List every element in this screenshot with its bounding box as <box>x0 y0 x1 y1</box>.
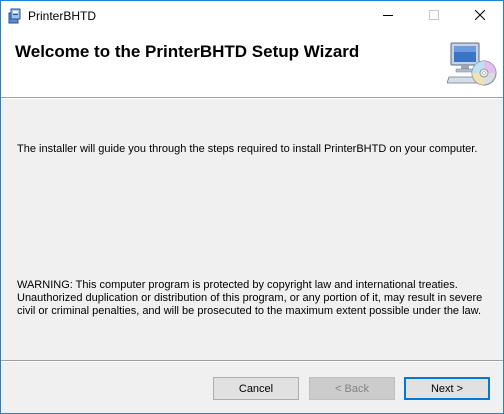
maximize-button[interactable] <box>411 1 457 31</box>
intro-text: The installer will guide you through the… <box>17 143 478 155</box>
title-bar[interactable]: PrinterBHTD <box>1 1 503 31</box>
copyright-warning-text: WARNING: This computer program is protec… <box>17 279 483 317</box>
next-button[interactable]: Next > <box>404 377 490 400</box>
page-title: Welcome to the PrinterBHTD Setup Wizard <box>15 42 360 61</box>
minimize-button[interactable] <box>365 1 411 31</box>
wizard-header: Welcome to the PrinterBHTD Setup Wizard <box>1 31 503 97</box>
cancel-button[interactable]: Cancel <box>213 377 299 400</box>
maximize-icon <box>429 7 439 25</box>
setup-wizard-window: PrinterBHTD Welcome to the PrinterBHTD S… <box>0 0 504 414</box>
back-button[interactable]: < Back <box>309 377 395 400</box>
close-button[interactable] <box>457 1 503 31</box>
footer-divider <box>1 360 503 362</box>
window-title: PrinterBHTD <box>28 9 97 23</box>
minimize-icon <box>383 7 393 25</box>
installer-icon <box>7 8 23 24</box>
header-divider <box>1 97 503 99</box>
computer-cd-icon <box>446 41 497 87</box>
close-icon <box>474 7 486 25</box>
